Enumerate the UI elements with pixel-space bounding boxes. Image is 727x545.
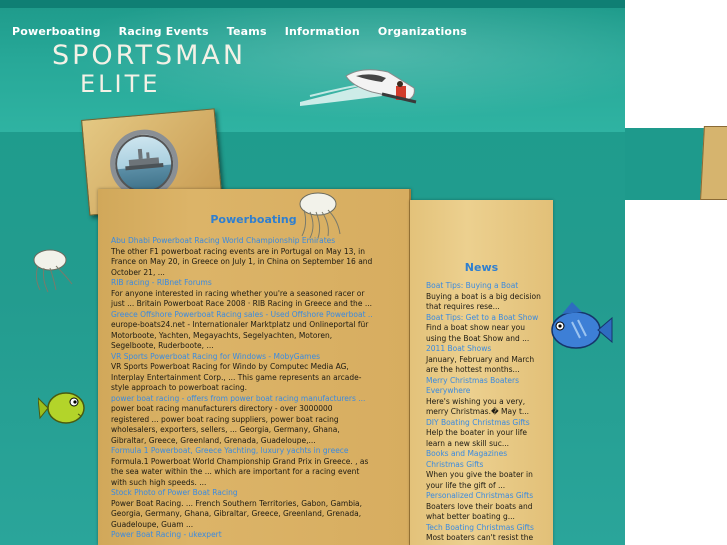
news-link[interactable]: Boat Tips: Buying a Boat: [426, 281, 541, 292]
article-snippet: power boat racing manufacturers director…: [111, 404, 340, 445]
article-link[interactable]: Formula 1 Powerboat, Greece Yachting, lu…: [111, 446, 373, 457]
article-snippet: The other F1 powerboat racing events are…: [111, 246, 373, 277]
article-link[interactable]: power boat racing - offers from power bo…: [111, 394, 373, 405]
news-title: News: [464, 261, 499, 274]
article-link[interactable]: RIB racing - RIBnet Forums: [111, 278, 373, 289]
logo-elite: ELITE: [80, 70, 161, 98]
page: Powerboating Racing Events Teams Informa…: [0, 0, 727, 545]
article-link[interactable]: Stock Photo of Power Boat Racing: [111, 488, 373, 499]
nav-racing-events[interactable]: Racing Events: [119, 25, 209, 38]
main-title: Powerboating: [210, 213, 297, 226]
green-fish-icon: [38, 392, 85, 424]
article-list: Abu Dhabi Powerboat Racing World Champio…: [111, 236, 373, 541]
news-link[interactable]: 2011 Boat Shows: [426, 344, 541, 355]
news-link[interactable]: Books and Magazines Christmas Gifts: [426, 449, 541, 470]
nav-teams[interactable]: Teams: [227, 25, 267, 38]
logo-sportsman: SPORTSMAN: [52, 40, 247, 71]
blue-fish-icon: [551, 302, 613, 349]
news-snippet: Find a boat show near you using the Boat…: [426, 323, 530, 343]
article-snippet: For anyone interested in racing whether …: [111, 288, 372, 309]
header-banner: Powerboating Racing Events Teams Informa…: [0, 0, 625, 132]
nav-organizations[interactable]: Organizations: [378, 25, 467, 38]
news-link[interactable]: Personalized Christmas Gifts: [426, 491, 541, 502]
nav-information[interactable]: Information: [285, 25, 360, 38]
news-link[interactable]: Boat Tips: Get to a Boat Show: [426, 313, 541, 324]
speedboat-icon: [345, 69, 417, 104]
news-link[interactable]: Tech Boating Christmas Gifts: [426, 523, 541, 534]
news-snippet: Buying a boat is a big decision that req…: [426, 291, 541, 312]
nav-powerboating[interactable]: Powerboating: [12, 25, 101, 38]
article-link[interactable]: Power Boat Racing - ukexpert: [111, 530, 373, 541]
article-link[interactable]: VR Sports Powerboat Racing for Windows -…: [111, 352, 373, 363]
news-snippet: Boaters love their boats and what better…: [426, 501, 533, 522]
news-panel: News Boat Tips: Buying a Boat Buying a b…: [410, 200, 553, 545]
article-snippet: VR Sports Powerboat Racing for Windo by …: [111, 362, 362, 392]
main-content-panel: Powerboating Abu Dhabi Powerboat Racing …: [98, 189, 411, 545]
news-list: Boat Tips: Buying a Boat Buying a boat i…: [426, 281, 541, 544]
jellyfish-icon: [33, 249, 73, 293]
news-snippet: Help the boater in your life learn a new…: [426, 428, 528, 448]
news-snippet: Here's wishing you a very, merry Christm…: [426, 396, 530, 417]
right-partial-frame: [700, 126, 727, 200]
news-link[interactable]: DIY Boating Christmas Gifts: [426, 418, 541, 429]
right-margin-bottom: [625, 200, 727, 545]
news-snippet: Most boaters can't resist the: [426, 533, 534, 542]
article-link[interactable]: Greece Offshore Powerboat Racing sales -…: [111, 310, 373, 321]
header-top-strip: [0, 0, 625, 8]
article-snippet: europe-boats24.net - Internationaler Mar…: [111, 320, 369, 350]
news-link[interactable]: Merry Christmas Boaters Everywhere: [426, 376, 541, 397]
article-snippet: Formula.1 Powerboat World Championship G…: [111, 456, 369, 487]
news-snippet: January, February and March are the hott…: [426, 354, 535, 375]
jellyfish-icon: [299, 192, 341, 239]
news-snippet: When you give the boater in your life th…: [426, 470, 533, 490]
right-margin-top: [625, 0, 727, 128]
main-navigation: Powerboating Racing Events Teams Informa…: [12, 25, 485, 38]
article-snippet: Power Boat Racing. ... French Southern T…: [111, 498, 363, 529]
